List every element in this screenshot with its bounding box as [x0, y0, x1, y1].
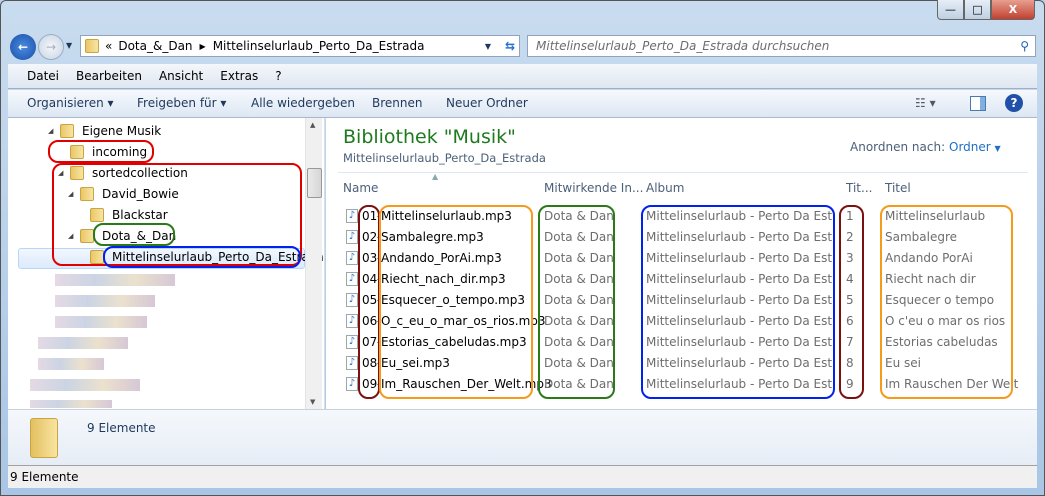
menu-ansicht[interactable]: Ansicht — [159, 69, 203, 83]
music-file-icon: ♪ — [346, 356, 358, 370]
annotation-ring-blue — [641, 205, 835, 399]
library-title: Bibliothek "Musik" — [343, 126, 516, 148]
column-header-artist[interactable]: Mitwirkende In... — [544, 181, 643, 195]
annotation-ring-green — [93, 223, 175, 246]
blurred-tree-item — [30, 379, 140, 391]
scroll-thumb[interactable] — [307, 168, 322, 198]
menu-extras[interactable]: Extras — [220, 69, 258, 83]
blurred-tree-item — [55, 295, 155, 307]
menu-bearbeiten[interactable]: Bearbeiten — [76, 69, 142, 83]
menu-datei[interactable]: Datei — [27, 69, 59, 83]
music-file-icon: ♪ — [346, 251, 358, 265]
breadcrumb-dota-dan[interactable]: Dota_&_Dan — [118, 39, 192, 53]
column-header-album[interactable]: Album — [646, 181, 684, 195]
arrow-left-icon: ← — [17, 40, 29, 54]
annotation-ring-darkred — [839, 205, 864, 399]
share-button[interactable]: Freigeben für ▾ — [137, 96, 226, 110]
music-file-icon: ♪ — [346, 335, 358, 349]
annotation-ring-green — [538, 205, 615, 399]
preview-pane-icon[interactable] — [970, 96, 986, 111]
breadcrumb-album[interactable]: Mittelinselurlaub_Perto_Da_Estrada — [213, 39, 425, 53]
scroll-up-icon[interactable]: ▲ — [310, 121, 315, 129]
menu-help[interactable]: ? — [275, 69, 281, 83]
library-subtitle: Mittelinselurlaub_Perto_Da_Estrada — [343, 151, 546, 165]
details-count: 9 Elemente — [87, 421, 156, 435]
status-bar: 9 Elemente — [8, 465, 1037, 488]
nav-scrollbar[interactable]: ▲ ▼ — [305, 118, 322, 409]
organize-button[interactable]: Organisieren ▾ — [27, 96, 114, 110]
chevron-down-icon: ▼ — [994, 144, 1001, 153]
address-bar[interactable]: « Dota_&_Dan ▶ Mittelinselurlaub_Perto_D… — [80, 35, 520, 57]
arrange-label: Anordnen nach: — [850, 140, 946, 154]
maximize-button[interactable]: □ — [964, 0, 991, 20]
blurred-tree-item — [30, 400, 112, 408]
music-file-icon: ♪ — [346, 293, 358, 307]
music-file-icon: ♪ — [346, 314, 358, 328]
annotation-ring-red — [48, 140, 154, 163]
arrow-right-icon: → — [45, 40, 57, 54]
music-file-icon: ♪ — [346, 209, 358, 223]
search-icon[interactable]: ⚲ — [1020, 39, 1029, 53]
blurred-tree-item — [38, 358, 104, 370]
search-input[interactable]: Mittelinselurlaub_Perto_Da_Estrada durch… — [527, 35, 1036, 57]
status-count: 9 Elemente — [10, 470, 79, 484]
annotation-ring-blue — [103, 246, 301, 268]
scroll-down-icon[interactable]: ▼ — [310, 398, 315, 406]
play-all-button[interactable]: Alle wiedergeben — [251, 96, 355, 110]
music-file-icon: ♪ — [346, 272, 358, 286]
minimize-button[interactable]: — — [937, 0, 964, 20]
column-header-title[interactable]: Titel — [885, 181, 911, 195]
refresh-icon[interactable]: ⇆ — [505, 39, 515, 53]
command-bar: Organisieren ▾ Freigeben für ▾ Alle wied… — [8, 90, 1037, 118]
breadcrumb-separator-icon[interactable]: ▶ — [200, 42, 206, 51]
blurred-tree-item — [55, 316, 147, 328]
view-options-icon[interactable]: ☷ ▾ — [915, 96, 936, 110]
help-icon[interactable]: ? — [1005, 94, 1023, 112]
burn-button[interactable]: Brennen — [372, 96, 422, 110]
search-placeholder: Mittelinselurlaub_Perto_Da_Estrada durch… — [536, 39, 830, 53]
music-file-icon: ♪ — [346, 377, 358, 391]
menu-bar: Datei Bearbeiten Ansicht Extras ? — [8, 64, 1037, 89]
annotation-ring-darkred — [358, 205, 380, 399]
folder-icon — [85, 39, 99, 53]
blurred-tree-item — [38, 337, 128, 349]
annotation-ring-orange — [379, 205, 533, 399]
breadcrumb-overflow[interactable]: « — [105, 39, 112, 53]
new-folder-button[interactable]: Neuer Ordner — [446, 96, 528, 110]
header-divider — [338, 172, 1028, 173]
tree-item-eigene-musik[interactable]: ◢ Eigene Musik — [48, 120, 161, 141]
folder-icon — [30, 418, 58, 458]
annotation-ring-orange — [880, 205, 1013, 399]
sort-ascending-icon: ▲ — [432, 172, 439, 181]
details-pane: 9 Elemente — [8, 409, 1037, 465]
caption-buttons: — □ X — [937, 0, 1035, 20]
blurred-tree-item — [55, 274, 175, 286]
forward-button[interactable]: → — [38, 34, 64, 60]
recent-pages-dropdown[interactable]: ▼ — [66, 41, 72, 50]
column-header-name[interactable]: Name — [343, 181, 378, 195]
address-dropdown-icon[interactable]: ▼ — [485, 42, 491, 51]
back-button[interactable]: ← — [10, 34, 36, 60]
music-file-icon: ♪ — [346, 230, 358, 244]
arrange-dropdown[interactable]: Ordner ▼ — [949, 140, 1001, 154]
column-header-track[interactable]: Tit... — [846, 181, 872, 195]
close-button[interactable]: X — [991, 0, 1035, 20]
